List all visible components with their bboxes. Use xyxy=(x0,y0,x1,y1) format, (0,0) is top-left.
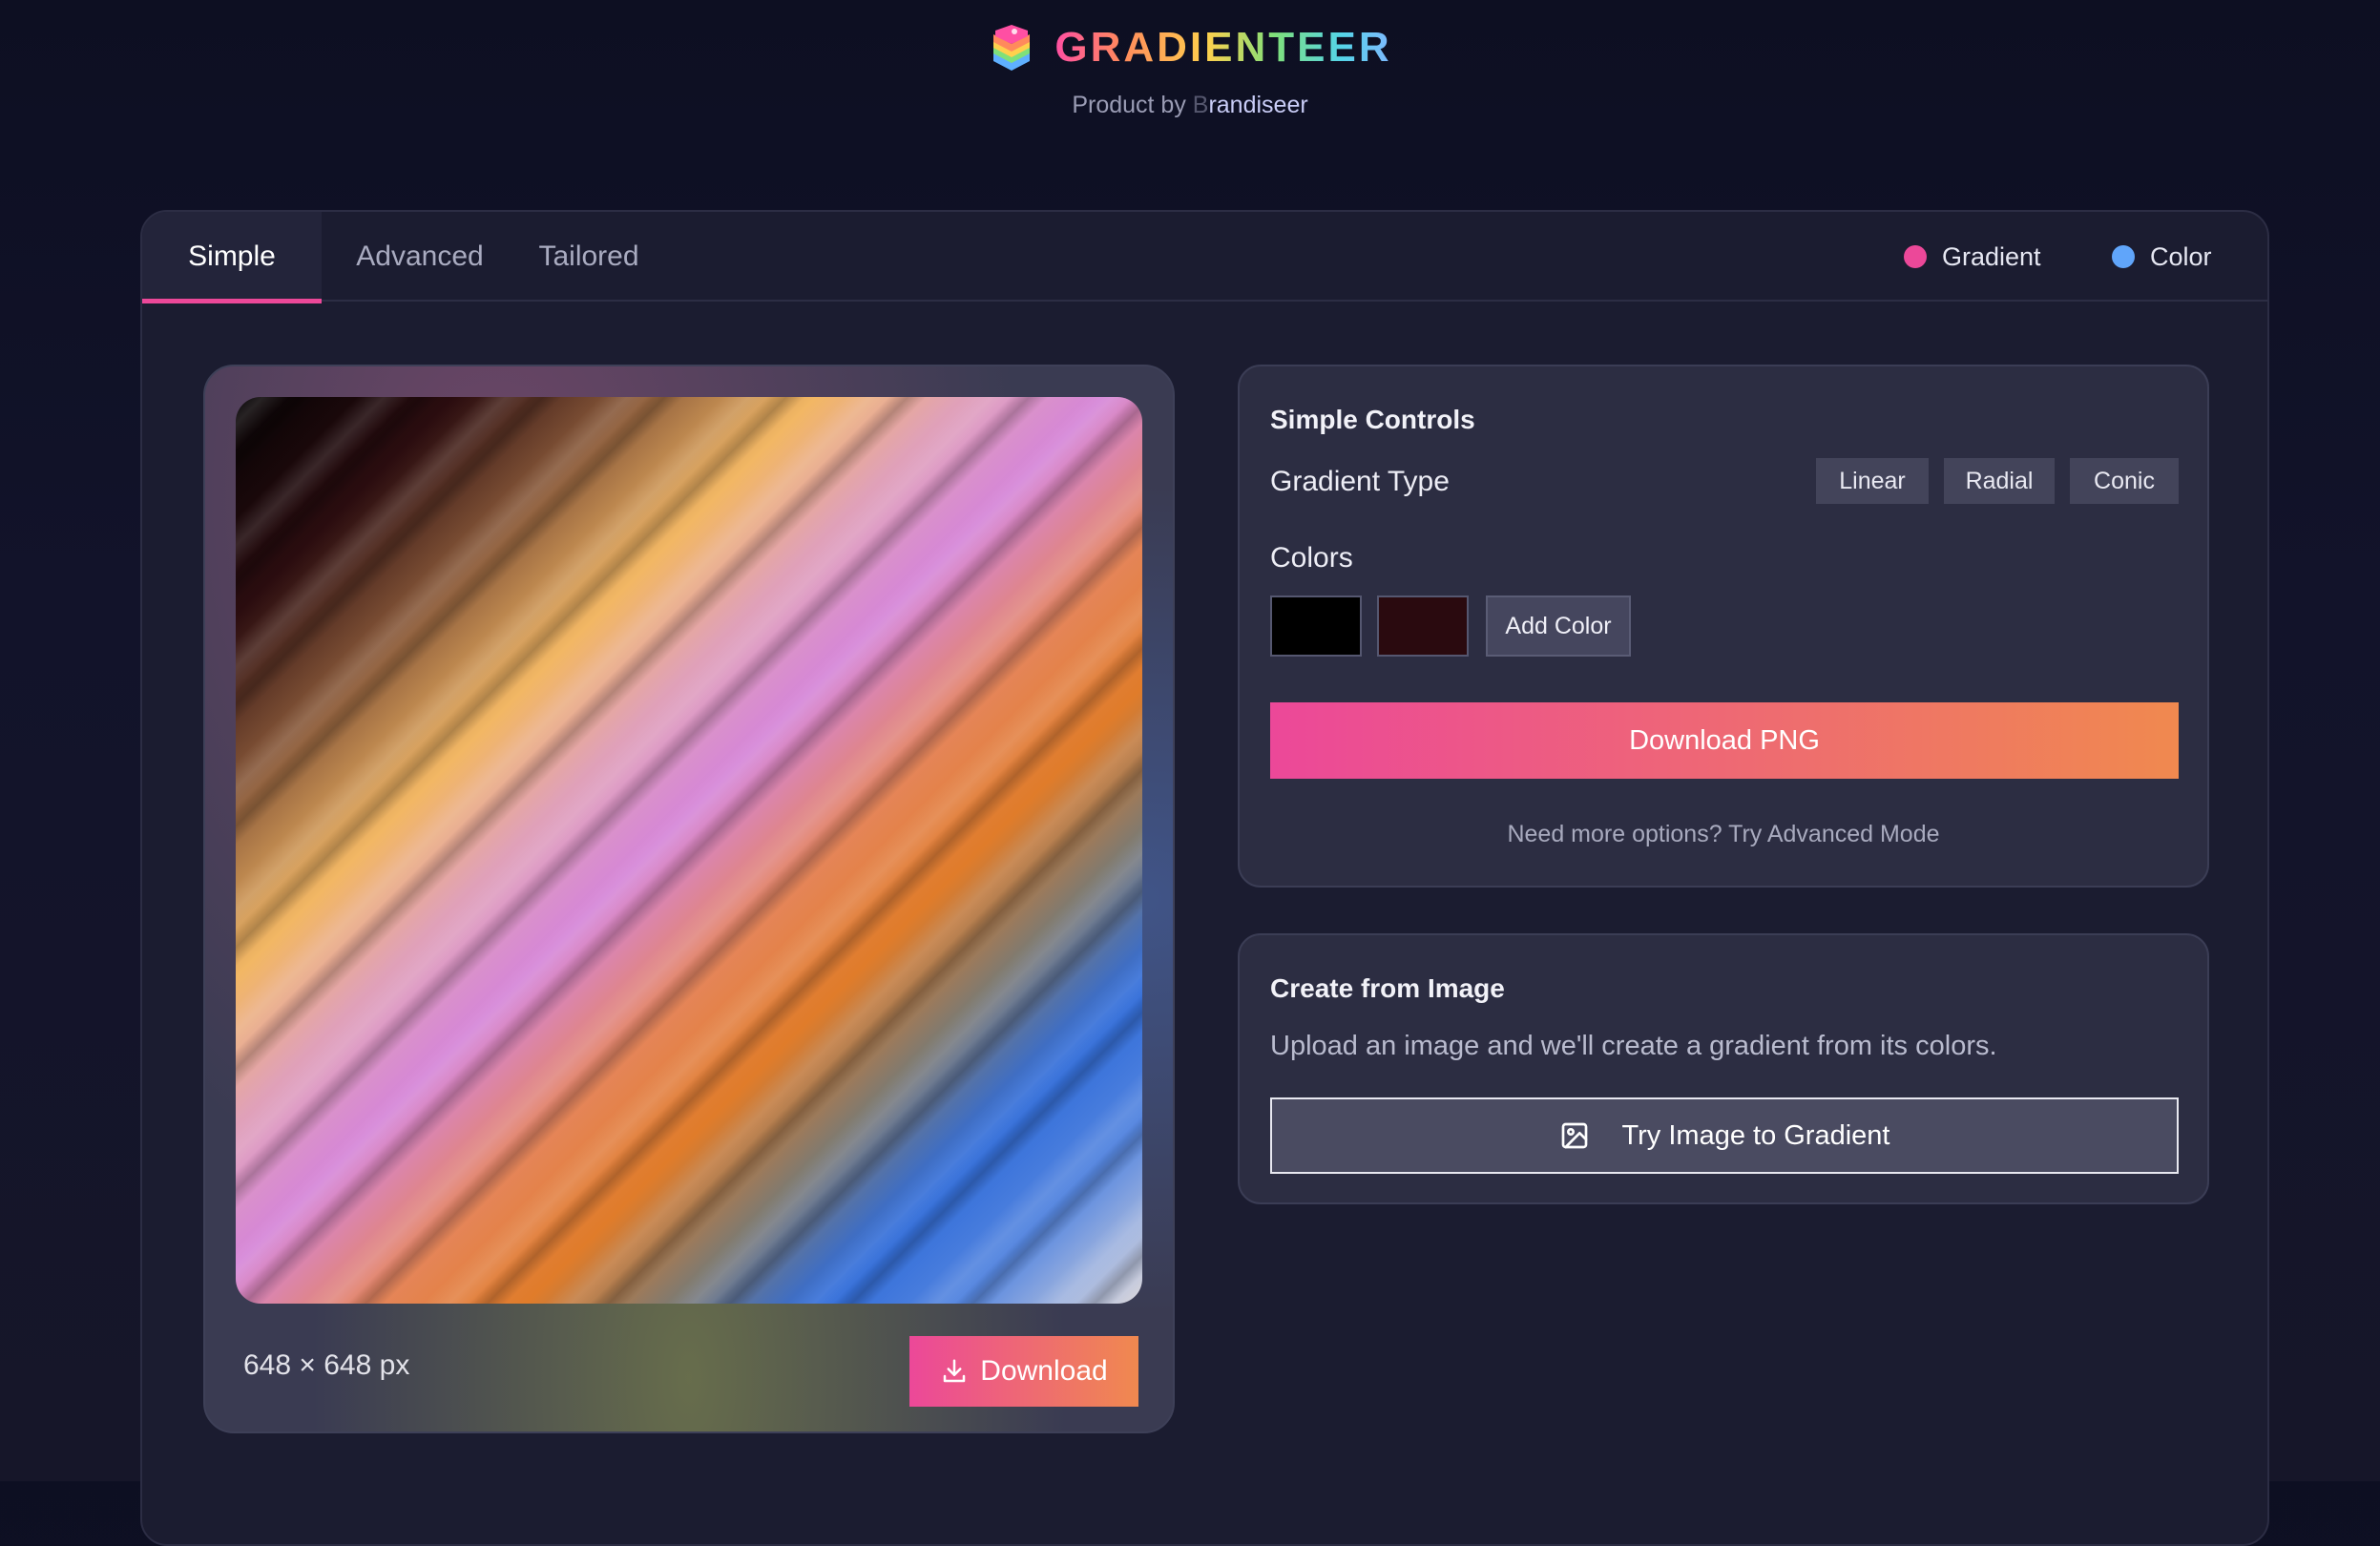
color-swatch-1[interactable] xyxy=(1270,595,1362,657)
preview-sheen xyxy=(236,397,1142,1304)
stacked-layers-icon xyxy=(988,23,1035,73)
app-title: GRADIENTEER xyxy=(1054,24,1392,71)
download-icon xyxy=(944,1359,966,1383)
simple-controls-title: Simple Controls xyxy=(1270,405,1475,434)
logo-row: GRADIENTEER xyxy=(0,23,2380,73)
type-radial-button[interactable]: Radial xyxy=(1944,458,2055,504)
simple-controls-card: Simple Controls Gradient Type Linear Rad… xyxy=(1238,365,2209,888)
gradient-preview xyxy=(236,397,1142,1304)
app-header: GRADIENTEER Product by Brandiseer xyxy=(0,0,2380,134)
image-to-gradient-button[interactable]: Try Image to Gradient xyxy=(1270,1097,2179,1174)
byline-prefix: Product by xyxy=(1072,92,1193,118)
type-linear-button[interactable]: Linear xyxy=(1816,458,1929,504)
color-dot-icon xyxy=(2112,245,2135,268)
tab-tailored[interactable]: Tailored xyxy=(518,212,659,302)
image-icon xyxy=(1561,1122,1587,1149)
gradient-type-label: Gradient Type xyxy=(1270,466,1450,497)
mode-gradient-label: Gradient xyxy=(1942,241,2041,271)
download-button[interactable]: Download xyxy=(909,1336,1138,1407)
tab-bar: Simple Advanced Tailored Gradient Color xyxy=(142,212,2267,303)
image-dimensions: 648 × 648 px xyxy=(243,1349,410,1381)
create-from-image-description: Upload an image and we'll create a gradi… xyxy=(1270,1031,1997,1061)
tab-simple[interactable]: Simple xyxy=(142,212,322,303)
main-panel: Simple Advanced Tailored Gradient Color … xyxy=(140,210,2269,1546)
create-from-image-title: Create from Image xyxy=(1270,973,1505,1003)
preview-card: 648 × 648 px Download xyxy=(203,365,1175,1433)
add-color-button[interactable]: Add Color xyxy=(1486,595,1631,657)
mode-color[interactable]: Color xyxy=(2112,212,2212,302)
mode-color-label: Color xyxy=(2150,241,2212,271)
brand-initial: B xyxy=(1192,92,1209,118)
byline: Product by Brandiseer xyxy=(0,92,2380,119)
type-conic-button[interactable]: Conic xyxy=(2070,458,2179,504)
image-to-gradient-label: Try Image to Gradient xyxy=(1621,1119,1890,1151)
gradient-dot-icon xyxy=(1904,245,1927,268)
mode-gradient[interactable]: Gradient xyxy=(1904,212,2041,302)
download-png-button[interactable]: Download PNG xyxy=(1270,702,2179,779)
brand-link[interactable]: randiseer xyxy=(1208,92,1307,118)
download-button-label: Download xyxy=(980,1355,1108,1387)
tab-advanced[interactable]: Advanced xyxy=(322,212,518,302)
colors-label: Colors xyxy=(1270,542,1353,574)
advanced-mode-hint[interactable]: Need more options? Try Advanced Mode xyxy=(1240,821,2207,848)
create-from-image-card: Create from Image Upload an image and we… xyxy=(1238,933,2209,1204)
color-swatch-2[interactable] xyxy=(1377,595,1469,657)
